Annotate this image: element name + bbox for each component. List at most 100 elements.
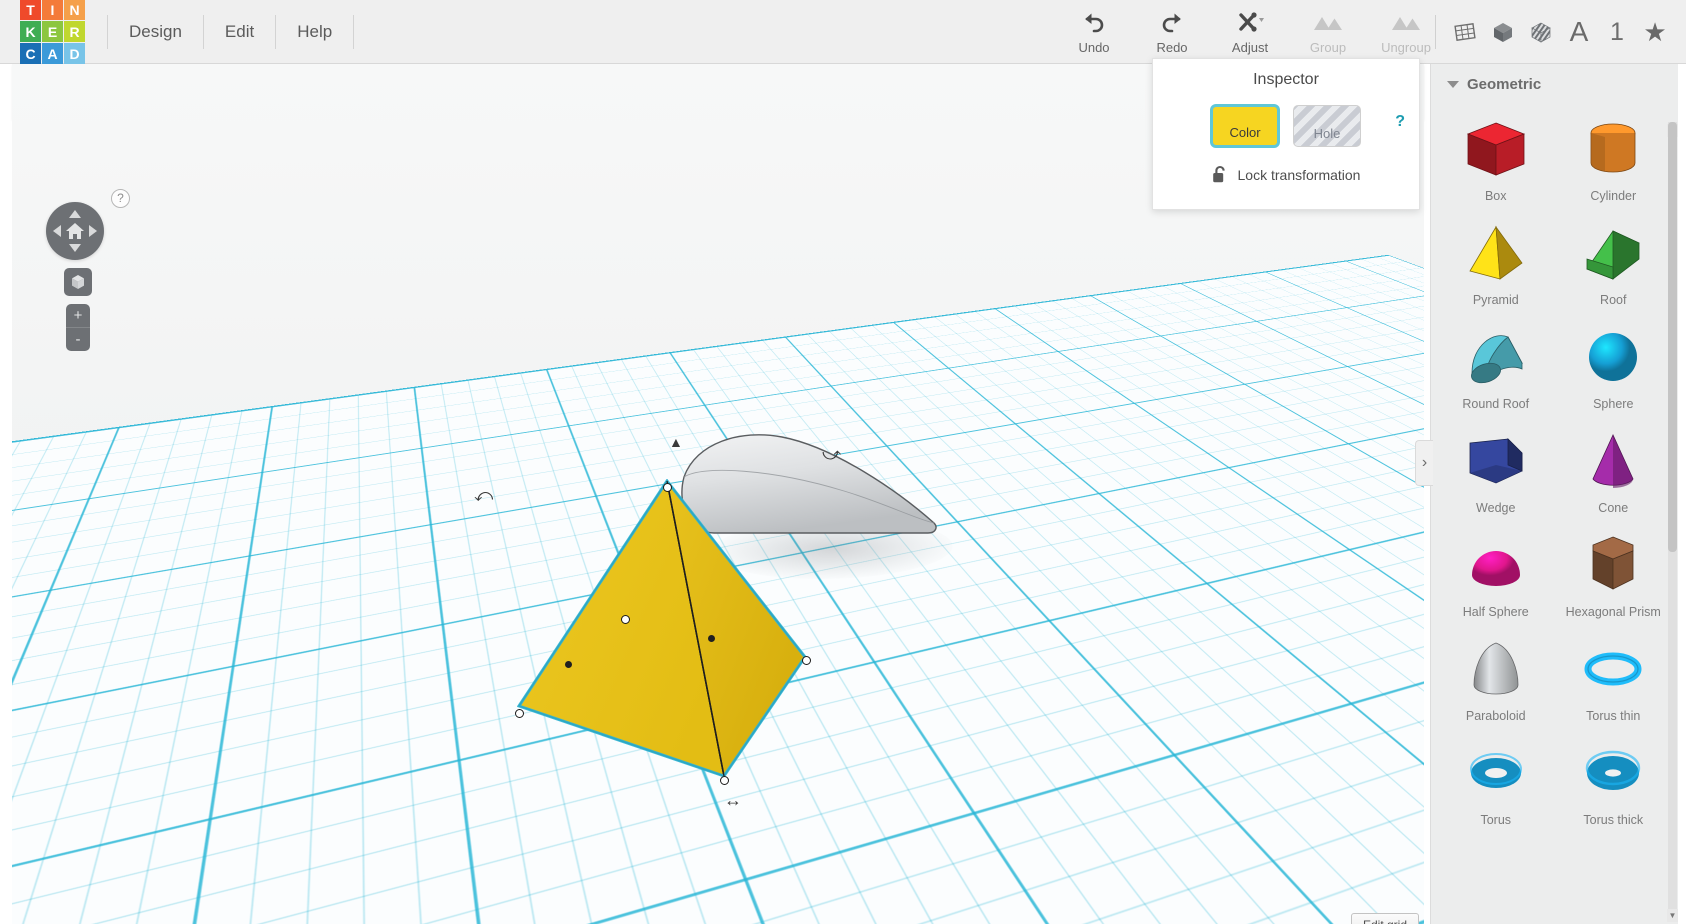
wedge-thumbnail-icon [1458, 425, 1534, 497]
shape-item-round-roof[interactable]: Round Roof [1437, 315, 1555, 413]
fit-to-view-button[interactable] [64, 268, 92, 296]
shape-label: Wedge [1476, 501, 1516, 515]
shape-item-half-sphere[interactable]: Half Sphere [1437, 523, 1555, 621]
shape-label: Half Sphere [1462, 605, 1529, 619]
rotate-handle-right[interactable]: ⤻ [822, 444, 841, 465]
shape-label: Pyramid [1472, 293, 1519, 307]
shape-item-pyramid[interactable]: Pyramid [1437, 211, 1555, 309]
scrollbar-thumb[interactable] [1668, 122, 1677, 552]
resize-handle-right[interactable] [802, 656, 811, 665]
roundroof-thumbnail-icon [1458, 321, 1534, 393]
shape-item-box[interactable]: Box [1437, 107, 1555, 205]
number-tool-icon[interactable]: 1 [1598, 10, 1636, 54]
inspector-swatch-row: Color Hole ? [1153, 105, 1419, 147]
box-thumbnail-icon [1458, 113, 1534, 185]
torusthick-thumbnail-icon [1575, 737, 1651, 809]
shape-item-roof[interactable]: Roof [1555, 211, 1673, 309]
shape-item-hexagonal-prism[interactable]: Hexagonal Prism [1555, 523, 1673, 621]
resize-handle-front[interactable] [720, 776, 729, 785]
pyramid-object[interactable] [517, 479, 837, 799]
height-handle[interactable] [708, 635, 715, 642]
color-swatch-button[interactable]: Color [1211, 105, 1279, 147]
torusthin-thumbnail-icon [1575, 633, 1651, 705]
shape-item-torus-thin[interactable]: Torus thin [1555, 627, 1673, 725]
group-icon [1311, 9, 1345, 35]
zoom-out-button[interactable]: - [66, 328, 90, 351]
shape-label: Round Roof [1462, 397, 1530, 411]
logo-tile-k-3: K [20, 21, 41, 42]
undo-icon [1081, 9, 1107, 35]
logo-tile-n-2: N [64, 0, 85, 20]
shape-label: Cone [1598, 501, 1629, 515]
main-menu: Design Edit Help [107, 14, 355, 49]
logo-tile-r-5: R [64, 21, 85, 42]
shape-item-cone[interactable]: Cone [1555, 419, 1673, 517]
adjust-icon [1235, 9, 1265, 35]
shape-item-paraboloid[interactable]: Paraboloid [1437, 627, 1555, 725]
roof-thumbnail-icon [1575, 217, 1651, 289]
chevron-down-icon [1447, 81, 1459, 88]
menu-item-design[interactable]: Design [107, 14, 204, 49]
zoom-in-button[interactable]: + [66, 304, 90, 328]
text-tool-icon[interactable]: A [1560, 10, 1598, 54]
shapes-grid: Box Cylinder Pyramid Roof Round Roof Sphere We… [1431, 99, 1678, 829]
shape-item-wedge[interactable]: Wedge [1437, 419, 1555, 517]
hexprism-thumbnail-icon [1575, 529, 1651, 601]
ungroup-icon [1389, 9, 1423, 35]
view-tool-group: A 1 ★ [1425, 0, 1674, 64]
shapes-scrollbar[interactable] [1668, 122, 1677, 922]
lock-transformation-label: Lock transformation [1237, 166, 1361, 183]
hole-swatch-button[interactable]: Hole [1293, 105, 1361, 147]
favorites-star-icon[interactable]: ★ [1636, 10, 1674, 54]
workplane-icon[interactable] [1446, 10, 1484, 54]
nav-down-arrow[interactable] [69, 244, 81, 252]
shape-item-cylinder[interactable]: Cylinder [1555, 107, 1673, 205]
lock-transformation-row[interactable]: Lock transformation [1153, 165, 1419, 184]
menu-item-edit[interactable]: Edit [204, 14, 277, 49]
tinkercad-logo[interactable]: TIN KER CAD [20, 0, 85, 64]
adjust-button[interactable]: Adjust [1211, 2, 1289, 62]
shape-label: Paraboloid [1465, 709, 1526, 723]
nav-left-arrow[interactable] [53, 225, 61, 237]
inspector-panel: Inspector Color Hole ? Lock transformati… [1152, 58, 1420, 210]
shapes-panel: Geometric Box Cylinder Pyramid Roof Round Ro… [1430, 64, 1678, 924]
shape-item-torus-thick[interactable]: Torus thick [1555, 731, 1673, 829]
rotate-handle-left[interactable]: ⤺ [474, 485, 493, 506]
fit-to-view-cube-icon [72, 275, 84, 289]
striped-cube-icon[interactable] [1522, 10, 1560, 54]
resize-handle-top[interactable] [663, 483, 672, 492]
shape-label: Hexagonal Prism [1565, 605, 1661, 619]
group-label: Group [1309, 40, 1347, 55]
shape-label: Box [1484, 189, 1507, 203]
sphere-thumbnail-icon [1575, 321, 1651, 393]
undo-button[interactable]: Undo [1055, 2, 1133, 62]
solid-cube-icon[interactable] [1484, 10, 1522, 54]
nav-up-arrow[interactable] [69, 210, 81, 218]
undo-label: Undo [1078, 40, 1110, 55]
shape-item-sphere[interactable]: Sphere [1555, 315, 1673, 413]
move-up-handle[interactable]: ▲ [669, 434, 683, 450]
redo-button[interactable]: Redo [1133, 2, 1211, 62]
redo-icon [1159, 9, 1185, 35]
rotate-handle-front[interactable]: ↔ [724, 790, 742, 811]
edit-grid-button[interactable]: Edit grid [1351, 913, 1420, 924]
logo-tile-a-7: A [42, 43, 63, 64]
resize-handle-mid[interactable] [621, 615, 630, 624]
resize-handle-left[interactable] [515, 709, 524, 718]
toolbar-divider [1435, 15, 1436, 49]
menu-item-help[interactable]: Help [276, 14, 355, 49]
shape-label: Cylinder [1590, 189, 1637, 203]
shape-item-torus[interactable]: Torus [1437, 731, 1555, 829]
torus-thumbnail-icon [1458, 737, 1534, 809]
view-navigator[interactable] [46, 202, 104, 260]
scroll-down-arrow[interactable]: ▼ [1667, 909, 1678, 922]
shape-label: Torus thin [1586, 709, 1641, 723]
home-icon[interactable] [64, 220, 86, 242]
shapes-category-header[interactable]: Geometric [1431, 64, 1678, 99]
canvas-help-icon[interactable]: ? [111, 189, 130, 208]
inspector-help-icon[interactable]: ? [1395, 113, 1405, 131]
depth-handle[interactable] [565, 661, 572, 668]
collapse-panel-button[interactable]: › [1415, 440, 1433, 486]
nav-right-arrow[interactable] [89, 225, 97, 237]
group-button: Group [1289, 2, 1367, 62]
